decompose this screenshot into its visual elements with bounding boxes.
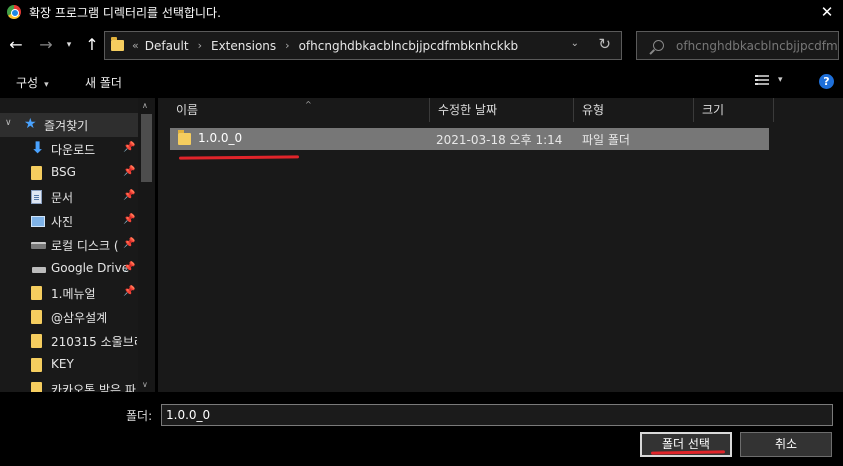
- tree-item-local-disk[interactable]: 로컬 디스크 ( 📌: [0, 233, 138, 257]
- download-icon: ⬇: [31, 138, 45, 157]
- tree-item-label: 문서: [51, 191, 74, 205]
- tree-item-pictures[interactable]: 사진 📌: [0, 209, 138, 233]
- navpane-scrollbar[interactable]: ∧ ∨: [138, 98, 155, 392]
- scroll-down-icon[interactable]: ∨: [142, 380, 148, 389]
- chevron-down-icon[interactable]: ∨: [5, 118, 12, 128]
- folder-icon: [31, 166, 42, 180]
- google-drive-icon: [32, 267, 46, 273]
- sort-ascending-icon: ^: [305, 100, 312, 109]
- organize-button[interactable]: 구성 ▾: [16, 74, 49, 91]
- pin-icon: 📌: [123, 190, 136, 201]
- breadcrumb-default[interactable]: Default: [145, 39, 189, 53]
- chrome-app-icon: [7, 5, 21, 19]
- pin-icon: 📌: [123, 238, 136, 249]
- navigation-bar: ← → ▾ ↑ « Default › Extensions › ofhcngh…: [0, 28, 843, 62]
- table-row[interactable]: 1.0.0_0 2021-03-18 오후 1:14 파일 폴더: [170, 128, 769, 150]
- local-disk-icon: [31, 242, 46, 249]
- breadcrumb-overflow-icon[interactable]: «: [132, 39, 139, 52]
- picture-icon: [31, 216, 45, 227]
- tree-item-label: BSG: [51, 165, 76, 179]
- folder-icon: [31, 358, 42, 372]
- new-folder-button[interactable]: 새 폴더: [85, 74, 122, 91]
- chevron-right-icon[interactable]: ›: [285, 39, 289, 52]
- pin-icon: 📌: [123, 286, 136, 297]
- folder-icon: [31, 286, 42, 300]
- title-bar: 확장 프로그램 디렉터리를 선택합니다. ✕: [0, 0, 843, 24]
- column-header-date[interactable]: 수정한 날짜: [430, 98, 574, 122]
- window-title: 확장 프로그램 디렉터리를 선택합니다.: [29, 5, 221, 20]
- tree-item-quick-access[interactable]: ∨ ★ 즐겨찾기: [0, 113, 138, 137]
- column-header-label: 이름: [176, 103, 199, 117]
- column-header-name[interactable]: 이름 ^: [168, 98, 430, 122]
- up-button[interactable]: ↑: [82, 34, 102, 56]
- tree-item-samwoo[interactable]: @삼우설계: [0, 305, 138, 329]
- address-bar[interactable]: « Default › Extensions › ofhcnghdbkacbln…: [104, 31, 622, 60]
- tree-item-key[interactable]: KEY: [0, 353, 138, 377]
- document-icon: [31, 190, 42, 204]
- pin-icon: 📌: [123, 142, 136, 153]
- pin-icon: 📌: [123, 262, 136, 273]
- tree-item-label: @삼우설계: [51, 311, 108, 325]
- tree-item-label: 210315 소울브리: [51, 335, 137, 349]
- tree-item-kakaotalk[interactable]: 카카오톡 받은 파: [0, 377, 138, 392]
- pin-icon: 📌: [123, 214, 136, 225]
- chevron-right-icon[interactable]: ›: [198, 39, 202, 52]
- tree-item-downloads[interactable]: ⬇ 다운로드 📌: [0, 137, 138, 161]
- folder-icon: [31, 310, 42, 324]
- tree-item-label: KEY: [51, 357, 74, 371]
- command-toolbar: 구성 ▾ 새 폴더 ▾ ?: [0, 66, 843, 96]
- folder-icon: [31, 382, 42, 392]
- forward-button[interactable]: →: [36, 34, 56, 56]
- organize-label: 구성: [16, 76, 39, 90]
- scrollbar-thumb[interactable]: [141, 114, 152, 182]
- back-button[interactable]: ←: [6, 34, 26, 56]
- help-icon[interactable]: ?: [819, 74, 834, 89]
- chevron-down-icon[interactable]: ▾: [778, 75, 783, 85]
- breadcrumb-extension-id[interactable]: ofhcnghdbkacblncbjjpcdfmbknhckkb: [299, 39, 519, 53]
- file-name: 1.0.0_0: [198, 131, 243, 145]
- chevron-down-icon[interactable]: ⌄: [571, 38, 579, 49]
- tree-item-label: 카카오톡 받은 파: [51, 383, 136, 392]
- folder-icon: [111, 37, 124, 51]
- recent-locations-button[interactable]: ▾: [62, 34, 76, 56]
- column-header-type[interactable]: 유형: [574, 98, 694, 122]
- tree-item-bsg[interactable]: BSG 📌: [0, 161, 138, 185]
- search-input[interactable]: [676, 38, 838, 53]
- tree-item-label: 다운로드: [51, 143, 96, 157]
- breadcrumb-extensions[interactable]: Extensions: [211, 39, 276, 53]
- folder-icon: [178, 130, 191, 145]
- tree-item-label: 사진: [51, 215, 74, 229]
- tree-item-label: 즐겨찾기: [44, 119, 89, 133]
- folder-field-label: 폴더:: [126, 409, 153, 423]
- folder-name-input[interactable]: [161, 404, 833, 426]
- scroll-up-icon[interactable]: ∧: [142, 101, 148, 110]
- search-box[interactable]: [636, 31, 839, 60]
- refresh-icon[interactable]: ↻: [598, 35, 611, 53]
- navigation-pane: ∨ ★ 즐겨찾기 ⬇ 다운로드 📌 BSG 📌 문서 📌 사진 📌 로컬 디스크…: [0, 98, 155, 392]
- tree-item-label: 1.메뉴얼: [51, 287, 96, 301]
- search-icon: [653, 40, 664, 51]
- tree-item-soulbrew[interactable]: 210315 소울브리: [0, 329, 138, 353]
- column-header-size[interactable]: 크기: [694, 98, 774, 122]
- tree-item-google-drive[interactable]: Google Drive 📌: [0, 257, 138, 281]
- tree-item-manual[interactable]: 1.메뉴얼 📌: [0, 281, 138, 305]
- file-date: 2021-03-18 오후 1:14: [436, 133, 563, 147]
- tree-item-documents[interactable]: 문서 📌: [0, 185, 138, 209]
- close-button[interactable]: ✕: [817, 2, 837, 22]
- file-list: 이름 ^ 수정한 날짜 유형 크기 1.0.0_0 2021-03-18 오후 …: [158, 98, 843, 392]
- cancel-button[interactable]: 취소: [740, 432, 832, 457]
- tree-item-label: Google Drive: [51, 261, 130, 275]
- file-type: 파일 폴더: [582, 133, 630, 147]
- chevron-down-icon: ▾: [44, 80, 49, 90]
- pin-icon: 📌: [123, 166, 136, 177]
- view-options-icon[interactable]: [755, 75, 769, 87]
- star-icon: ★: [24, 116, 37, 132]
- dialog-footer: 폴더: 폴더 선택 취소: [0, 395, 843, 466]
- tree-item-label: 로컬 디스크 (: [51, 239, 119, 253]
- folder-icon: [31, 334, 42, 348]
